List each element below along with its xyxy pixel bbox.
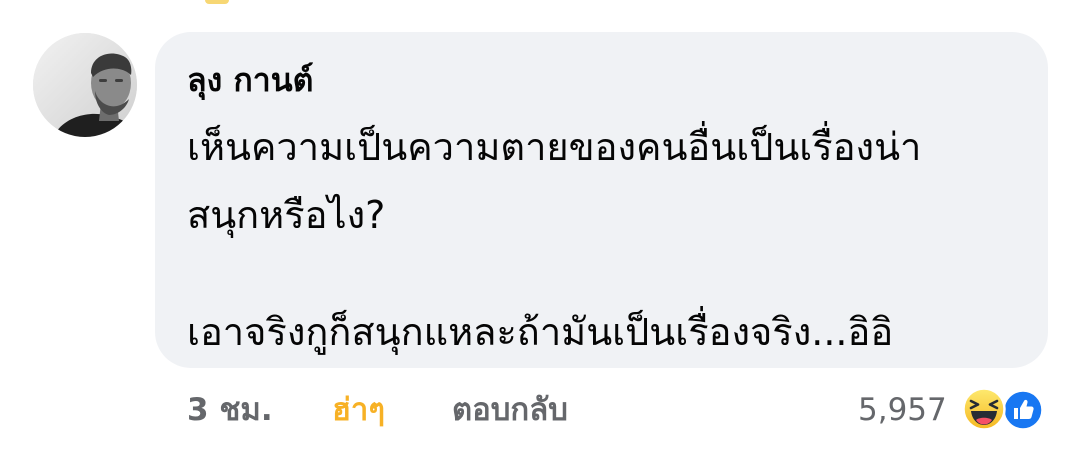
comment-author[interactable]: ลุง กานต์ bbox=[187, 60, 313, 100]
reaction-count[interactable]: 5,957 bbox=[858, 388, 947, 432]
comment-text-line-3: เอาจริงกูก็สนุกแหละถ้ามันเป็นเรื่องจริง.… bbox=[187, 310, 894, 354]
comment-text-line-1: เห็นความเป็นความตายของคนอื่นเป็นเรื่องน่… bbox=[187, 125, 922, 169]
reply-button[interactable]: ตอบกลับ bbox=[452, 388, 568, 432]
reaction-summary[interactable] bbox=[962, 387, 1052, 431]
haha-icon bbox=[962, 387, 1006, 431]
avatar-photo bbox=[33, 33, 137, 137]
reaction-button[interactable]: ฮ่าๆ bbox=[332, 388, 385, 432]
like-icon bbox=[1002, 389, 1044, 431]
comment-text-line-2: สนุกหรือไง? bbox=[187, 193, 386, 237]
avatar[interactable] bbox=[33, 33, 137, 137]
comment-timestamp[interactable]: 3 ชม. bbox=[187, 388, 273, 432]
comment-bubble: ลุง กานต์ เห็นความเป็นความตายของคนอื่นเป… bbox=[155, 32, 1048, 368]
previous-item-edge bbox=[205, 0, 229, 4]
